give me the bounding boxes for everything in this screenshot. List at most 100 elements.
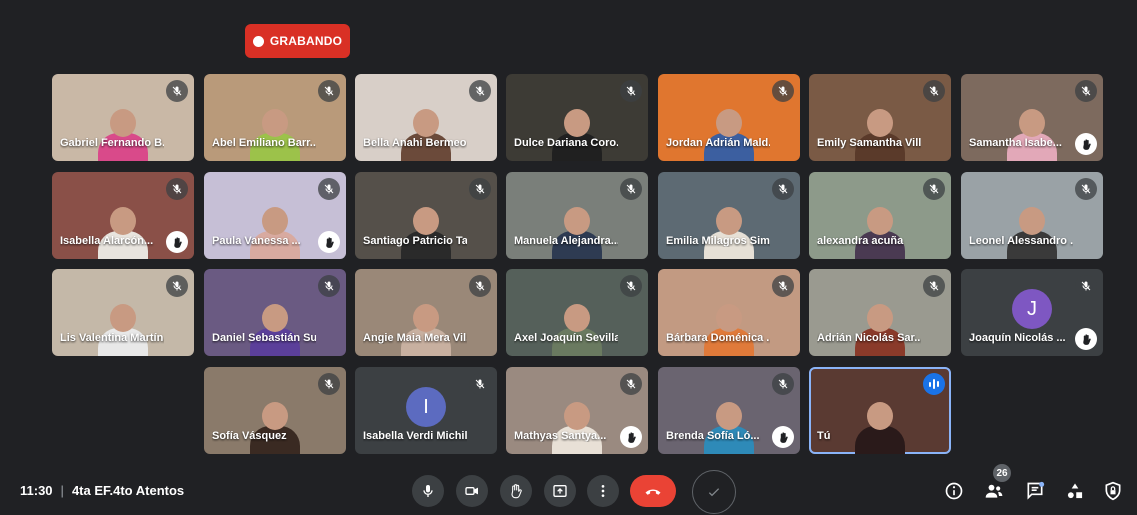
video-feed (704, 207, 754, 259)
video-feed (1007, 207, 1057, 259)
participant-name: Leonel Alessandro ... (969, 235, 1073, 247)
participant-name: Brenda Sofía Ló... (666, 430, 760, 442)
end-call-button[interactable] (630, 475, 676, 507)
participant-tile[interactable]: Bárbara Doménica ... (658, 269, 800, 356)
mic-off-icon (923, 178, 945, 200)
raised-hand-icon (620, 426, 642, 448)
participant-name: Angie Maia Mera Vil... (363, 332, 467, 344)
video-feed (250, 402, 300, 454)
video-feed (704, 109, 754, 161)
raised-hand-icon (318, 231, 340, 253)
speaking-indicator-icon (923, 373, 945, 395)
participant-name: Axel Joaquín Sevilla... (514, 332, 618, 344)
activities-icon (1067, 483, 1083, 499)
video-feed (552, 207, 602, 259)
meeting-name: 4ta EF.4to Atentos (71, 483, 185, 498)
mic-off-icon (318, 80, 340, 102)
participant-name: Dulce Dariana Coro... (514, 137, 618, 149)
participant-name: Tú (817, 430, 831, 442)
video-feed (1007, 109, 1057, 161)
video-feed (401, 304, 451, 356)
participant-tile[interactable]: Adrián Nicolás Sar... (809, 269, 951, 356)
participant-tile[interactable]: Santiago Patricio Ta... (355, 172, 497, 259)
participant-name: Mathyas Santya... (514, 430, 607, 442)
participant-name: Joaquín Nicolás ... (969, 332, 1066, 344)
participant-tile[interactable]: Brenda Sofía Ló... (658, 367, 800, 454)
more-options-button[interactable] (587, 475, 619, 507)
participant-tile[interactable]: Dulce Dariana Coro... (506, 74, 648, 161)
participant-name: Jordan Adrián Mald... (666, 137, 770, 149)
people-button[interactable] (980, 477, 1008, 505)
activities-button[interactable] (1061, 477, 1089, 505)
participant-tile[interactable]: Paula Vanessa ... (204, 172, 346, 259)
mic-off-icon (469, 275, 491, 297)
mic-off-icon (772, 80, 794, 102)
participant-tile[interactable]: Mathyas Santya... (506, 367, 648, 454)
video-feed (855, 109, 905, 161)
participant-tile[interactable]: Isabella Alarcón... (52, 172, 194, 259)
video-feed (98, 207, 148, 259)
participant-name: Abel Emiliano Barr... (212, 137, 316, 149)
mic-off-icon (469, 373, 491, 395)
present-icon (553, 485, 567, 497)
participant-tile[interactable]: Daniel Sebastián Su... (204, 269, 346, 356)
participant-tile[interactable]: Axel Joaquín Sevilla... (506, 269, 648, 356)
participant-tile[interactable]: I Isabella Verdi Michil... (355, 367, 497, 454)
more-vert-icon (601, 485, 605, 497)
participant-tile[interactable]: Lis Valentina Martín... (52, 269, 194, 356)
participant-name: Sofía Vásquez (212, 430, 287, 442)
mic-off-icon (620, 178, 642, 200)
participant-tile[interactable]: J Joaquín Nicolás ... (961, 269, 1103, 356)
participant-name: Isabella Verdi Michil... (363, 430, 467, 442)
participant-tile[interactable]: Gabriel Fernando B... (52, 74, 194, 161)
bottom-toolbar: 11:30 | 4ta EF.4to Atentos 26 (0, 464, 1137, 515)
raised-hand-icon (772, 426, 794, 448)
meeting-info-button[interactable] (940, 477, 968, 505)
meeting-details: 11:30 | 4ta EF.4to Atentos (20, 483, 184, 498)
video-feed (704, 402, 754, 454)
chat-button[interactable] (1021, 477, 1049, 505)
participant-tile[interactable]: Abel Emiliano Barr... (204, 74, 346, 161)
host-controls-button[interactable] (1099, 477, 1127, 505)
video-feed (98, 109, 148, 161)
video-feed (250, 304, 300, 356)
phone-hangup-icon (645, 489, 661, 495)
participant-tile[interactable]: Bella Anahi Bermeo ... (355, 74, 497, 161)
participant-tile[interactable]: Sofía Vásquez (204, 367, 346, 454)
avatar: J (1012, 289, 1052, 329)
participant-tile[interactable]: alexandra acuña (809, 172, 951, 259)
check-button[interactable] (692, 470, 736, 514)
video-feed (855, 402, 905, 454)
mic-off-icon (772, 373, 794, 395)
video-feed (552, 109, 602, 161)
participant-name: Paula Vanessa ... (212, 235, 301, 247)
video-feed (855, 304, 905, 356)
mic-off-icon (772, 275, 794, 297)
video-feed (704, 304, 754, 356)
participant-name: Gabriel Fernando B... (60, 137, 164, 149)
participant-tile[interactable]: Samantha Isabe... (961, 74, 1103, 161)
mic-off-icon (923, 80, 945, 102)
meeting-time: 11:30 (20, 483, 53, 498)
participant-name: Isabella Alarcón... (60, 235, 154, 247)
raise-hand-button[interactable] (500, 475, 532, 507)
video-feed (401, 109, 451, 161)
mic-off-icon (469, 80, 491, 102)
present-screen-button[interactable] (544, 475, 576, 507)
chat-icon (1027, 481, 1045, 500)
camera-button[interactable] (456, 475, 488, 507)
participant-name: Santiago Patricio Ta... (363, 235, 467, 247)
participant-tile[interactable]: Emily Samantha Vill... (809, 74, 951, 161)
participant-name: alexandra acuña (817, 235, 904, 247)
participant-name: Emily Samantha Vill... (817, 137, 921, 149)
participant-tile[interactable]: Manuela Alejandra... (506, 172, 648, 259)
participant-tile[interactable]: Emilia Milagros Sim... (658, 172, 800, 259)
video-feed (855, 207, 905, 259)
microphone-button[interactable] (412, 475, 444, 507)
participant-tile[interactable]: Jordan Adrián Mald... (658, 74, 800, 161)
participant-name: Manuela Alejandra... (514, 235, 618, 247)
participant-tile[interactable]: Tú (809, 367, 951, 454)
participant-tile[interactable]: Angie Maia Mera Vil... (355, 269, 497, 356)
participant-name: Daniel Sebastián Su... (212, 332, 316, 344)
participant-tile[interactable]: Leonel Alessandro ... (961, 172, 1103, 259)
